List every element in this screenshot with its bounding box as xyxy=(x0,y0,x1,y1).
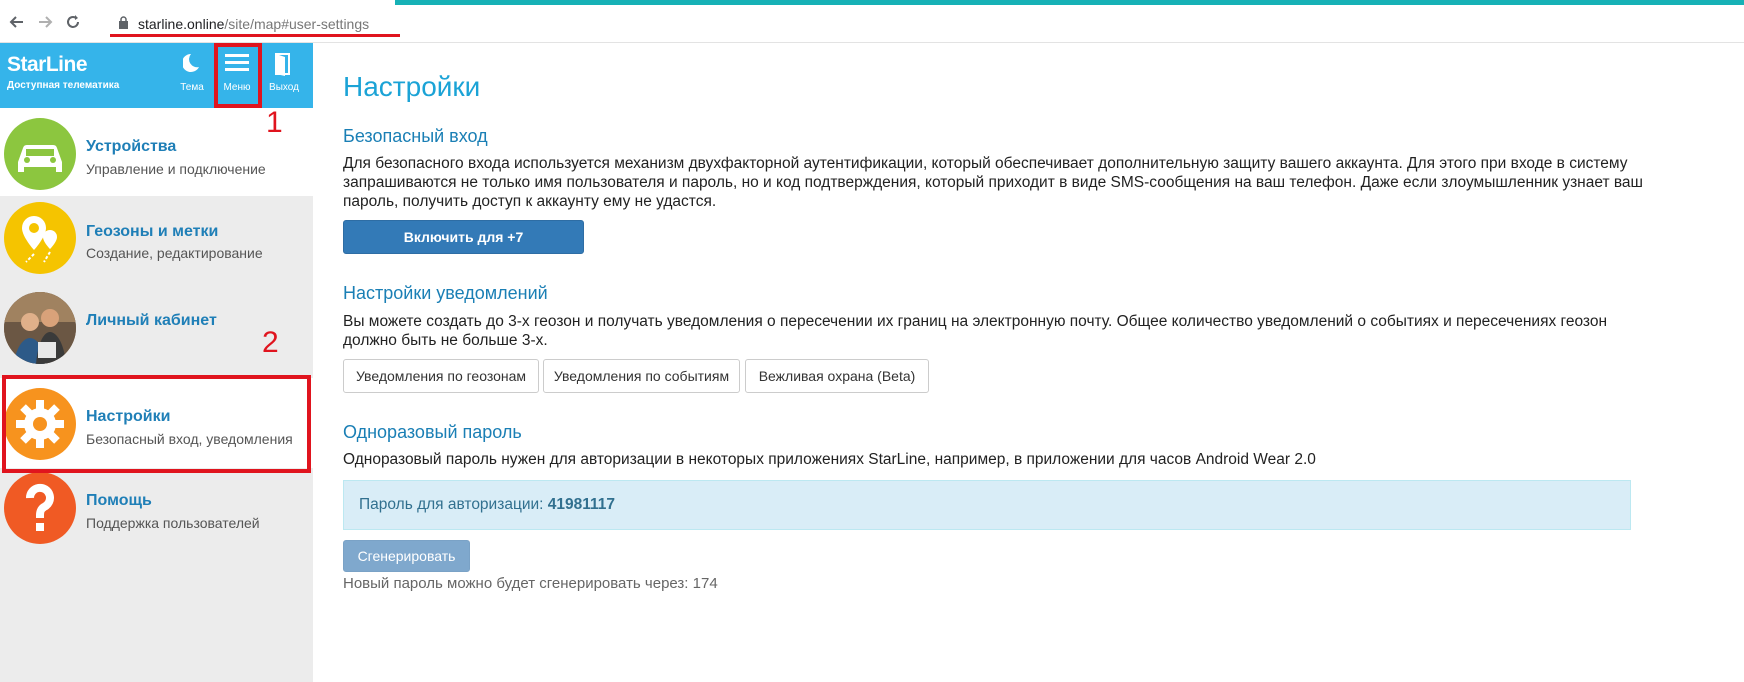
lock-icon xyxy=(119,16,128,29)
logout-button[interactable]: Выход xyxy=(264,49,304,101)
theme-button[interactable]: Тема xyxy=(172,49,212,101)
sidebar-item-subtitle: Поддержка пользователей xyxy=(86,515,260,531)
logo: StarLine xyxy=(7,53,88,76)
otp-info-box: Пароль для авторизации: 41981117 xyxy=(343,480,1631,530)
annotation-box-settings xyxy=(2,375,311,473)
logo-subtitle: Доступная телематика xyxy=(7,80,120,91)
annotation-underline xyxy=(110,34,400,37)
url-host: starline.online xyxy=(138,16,225,32)
reload-icon[interactable] xyxy=(63,12,83,32)
polite-guard-button[interactable]: Вежливая охрана (Beta) xyxy=(745,359,929,393)
secure-login-heading: Безопасный вход xyxy=(343,126,488,146)
browser-tab-strip xyxy=(395,0,1744,5)
car-icon xyxy=(4,118,76,190)
browser-toolbar: starline.online/site/map#user-settings xyxy=(0,0,1744,43)
sidebar-item-title: Помощь xyxy=(86,492,152,509)
sidebar-header: StarLine Доступная телематика Тема Меню … xyxy=(0,43,313,108)
enable-2fa-button[interactable]: Включить для +7 xyxy=(343,220,584,254)
forward-arrow-icon[interactable] xyxy=(35,12,55,32)
sidebar-item-title: Геозоны и метки xyxy=(86,223,219,240)
notifications-heading: Настройки уведомлений xyxy=(343,283,548,303)
otp-cooldown-note: Новый пароль можно будет сгенерировать ч… xyxy=(343,575,718,592)
address-bar[interactable]: starline.online/site/map#user-settings xyxy=(138,16,369,32)
annotation-box-menu xyxy=(214,43,262,108)
url-path: /site/map#user-settings xyxy=(224,16,370,32)
generate-button[interactable]: Сгенерировать xyxy=(343,540,470,572)
logout-label: Выход xyxy=(269,82,299,93)
otp-value: 41981117 xyxy=(547,496,616,513)
annotation-number: 1 xyxy=(266,106,283,139)
sidebar-item-subtitle: Управление и подключение xyxy=(86,161,266,177)
geozone-notifications-button[interactable]: Уведомления по геозонам xyxy=(343,359,539,393)
map-pin-icon xyxy=(4,202,76,274)
event-notifications-button[interactable]: Уведомления по событиям xyxy=(543,359,740,393)
theme-label: Тема xyxy=(180,82,204,93)
otp-text: Одноразовый пароль нужен для авторизации… xyxy=(343,451,1316,468)
sidebar-item-title: Личный кабинет xyxy=(86,312,217,329)
back-arrow-icon[interactable] xyxy=(7,12,27,32)
secure-login-text: Для безопасного входа используется механ… xyxy=(343,155,1643,210)
question-icon xyxy=(4,472,76,544)
sidebar-item-help[interactable]: Помощь Поддержка пользователей xyxy=(0,468,313,558)
moon-icon xyxy=(181,53,199,72)
otp-label: Пароль для авторизации: xyxy=(359,496,544,513)
door-exit-icon xyxy=(275,53,290,76)
sidebar-item-geozones[interactable]: Геозоны и метки Создание, редактирование xyxy=(0,198,313,288)
annotation-number: 2 xyxy=(262,326,279,359)
sidebar-item-title: Устройства xyxy=(86,138,177,155)
otp-heading: Одноразовый пароль xyxy=(343,422,522,442)
main-content: Настройки Безопасный вход Для безопасног… xyxy=(313,43,1744,682)
sidebar-item-subtitle: Создание, редактирование xyxy=(86,245,263,261)
notifications-text: Вы можете создать до 3-х геозон и получа… xyxy=(343,313,1608,349)
page-title: Настройки xyxy=(343,71,481,102)
user-photo xyxy=(4,292,76,364)
